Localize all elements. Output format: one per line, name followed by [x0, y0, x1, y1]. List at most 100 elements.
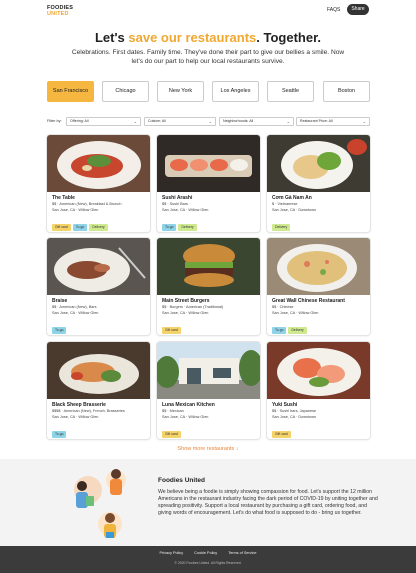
tag-list: Gift card — [272, 422, 293, 438]
restaurant-name: Luna Mexican Kitchen — [162, 402, 215, 408]
header: FOODIES UNITED FAQS Share — [0, 0, 416, 24]
chevron-down-icon: ⌄ — [362, 119, 366, 124]
about-text: We believe being a foodie is simply show… — [158, 489, 378, 517]
faqs-link[interactable]: FAQS — [327, 7, 340, 13]
offering-select-value: All — [84, 119, 89, 123]
page: FOODIES UNITED FAQS Share Let's save our… — [0, 0, 416, 573]
filter-label: Filter by: — [47, 119, 62, 123]
tag-list: To-go — [52, 318, 68, 334]
chevron-down-icon: ⌄ — [208, 119, 212, 124]
food-photo — [157, 135, 260, 192]
gift-card-tag: Gift card — [272, 431, 291, 438]
restaurant-card[interactable]: Braise $$ · American (New), Bars San Jos… — [47, 238, 150, 335]
restaurant-card[interactable]: Main Street Burgers $$ · Burgers · Ameri… — [157, 238, 260, 335]
cuisine-select-label: Cuisine: — [148, 119, 161, 123]
food-photo — [267, 238, 370, 295]
share-button[interactable]: Share — [347, 4, 369, 15]
filter-bar: Filter by: Offering: All ⌄ Cuisine: All ⌄ … — [47, 117, 370, 126]
restaurant-card[interactable]: Luna Mexican Kitchen $$ · Mexican San Jo… — [157, 342, 260, 439]
restaurant-location: San Jose, CA · Willow Glen — [162, 311, 209, 315]
restaurant-location: San Jose, CA · Downtown — [272, 208, 317, 212]
price-select[interactable]: Restaurant Price: All ⌄ — [296, 117, 370, 126]
privacy-policy-link[interactable]: Privacy Policy — [159, 551, 183, 555]
cookie-policy-link[interactable]: Cookie Policy — [194, 551, 217, 555]
tag-list: Gift card — [162, 318, 183, 334]
community-illustration — [74, 469, 126, 538]
food-photo — [267, 135, 370, 192]
food-photo — [47, 238, 150, 295]
restaurant-location: San Jose, CA · Willow Glen — [162, 208, 209, 212]
headline-post: . Together. — [256, 30, 322, 45]
city-tab-new-york[interactable]: New York — [157, 81, 204, 102]
restaurant-card[interactable]: The Table $$ · American (New), Breakfast… — [47, 135, 150, 232]
restaurant-location: San Jose, CA · Willow Glen — [52, 415, 99, 419]
offering-select-label: Offering: — [70, 119, 84, 123]
to-go-tag: To-go — [52, 431, 67, 438]
restaurant-name: Braise — [52, 298, 68, 304]
delivery-tag: Delivery — [272, 224, 291, 231]
brand-logo[interactable]: FOODIES UNITED — [47, 5, 73, 17]
delivery-tag: Delivery — [89, 224, 108, 231]
restaurant-category: $$ · Burgers · American (Traditional) — [162, 305, 224, 309]
restaurant-location: San Jose, CA · Willow Glen — [272, 311, 319, 315]
page-title: Let's save our restaurants. Together. — [0, 30, 416, 45]
tag-list: Delivery — [272, 215, 292, 231]
show-more-link[interactable]: Show more restaurants ↓ — [0, 446, 416, 452]
restaurant-category: $$ · Mexican — [162, 409, 184, 413]
terms-of-service-link[interactable]: Terms of Service — [228, 551, 256, 555]
delivery-tag: Delivery — [178, 224, 197, 231]
headline-highlight: save our restaurants — [128, 30, 257, 45]
restaurant-name: The Table — [52, 195, 75, 201]
restaurant-category: $$ · Sushi bars, Japanese — [272, 409, 317, 413]
cuisine-select[interactable]: Cuisine: All ⌄ — [144, 117, 216, 126]
city-tab-los-angeles[interactable]: Los Angeles — [212, 81, 259, 102]
food-photo — [47, 342, 150, 399]
to-go-tag: To-go — [162, 224, 177, 231]
restaurant-card[interactable]: Black Sheep Brasserie $$$$ · American (N… — [47, 342, 150, 439]
restaurant-name: Cơm Gà Nam An — [272, 195, 312, 201]
intro-text: Celebrations. First dates. Family time. … — [71, 49, 345, 65]
to-go-tag: To-go — [52, 327, 67, 334]
restaurant-category: $$ · American (New), Breakfast & Brunch — [52, 202, 122, 206]
offering-select[interactable]: Offering: All ⌄ — [66, 117, 141, 126]
food-photo — [157, 238, 260, 295]
restaurant-card[interactable]: Sushi Arashi $$ · Sushi Bars San Jose, C… — [157, 135, 260, 232]
about-title: Foodies United — [158, 477, 205, 484]
neighborhoods-select-label: Neighborhoods: — [223, 119, 249, 123]
restaurant-location: San Jose, CA · Willow Glen — [52, 208, 99, 212]
city-tab-san-francisco[interactable]: San Francisco — [47, 81, 94, 102]
footer-links: Privacy Policy Cookie Policy Terms of Se… — [0, 551, 416, 555]
tag-list: Gift card To-go Delivery — [52, 215, 110, 231]
city-tabs: San Francisco Chicago New York Los Angel… — [47, 81, 370, 102]
gift-card-tag: Gift card — [52, 224, 71, 231]
gift-card-tag: Gift card — [162, 327, 181, 334]
restaurant-name: Yuki Sushi — [272, 402, 298, 408]
restaurant-category: $$ · Sushi Bars — [162, 202, 188, 206]
city-tab-seattle[interactable]: Seattle — [267, 81, 314, 102]
city-tab-boston[interactable]: Boston — [323, 81, 370, 102]
copyright: © 2020 Foodies United. All Rights Reserv… — [174, 561, 242, 565]
restaurant-category: $$ · American (New), Bars — [52, 305, 97, 309]
neighborhoods-select[interactable]: Neighborhoods: All ⌄ — [219, 117, 294, 126]
delivery-tag: Delivery — [288, 327, 307, 334]
restaurant-category: $$$$ · American (New), French, Brasserie… — [52, 409, 125, 413]
food-photo — [267, 342, 370, 399]
restaurant-card[interactable]: Yuki Sushi $$ · Sushi bars, Japanese San… — [267, 342, 370, 439]
gift-card-tag: Gift card — [162, 431, 181, 438]
restaurant-photo — [157, 342, 260, 399]
restaurant-location: San Jose, CA · Willow Glen — [52, 311, 99, 315]
restaurant-name: Main Street Burgers — [162, 298, 210, 304]
tag-list: To-go Delivery — [272, 318, 309, 334]
cuisine-select-value: All — [161, 119, 166, 123]
restaurant-card[interactable]: Great Wall Chinese Restaurant $$ · Chine… — [267, 238, 370, 335]
restaurant-location: San Jose, CA · Willow Glen — [162, 415, 209, 419]
tag-list: Gift card — [162, 422, 183, 438]
restaurant-name: Black Sheep Brasserie — [52, 402, 106, 408]
restaurant-card[interactable]: Cơm Gà Nam An $ · Vietnamese San Jose, C… — [267, 135, 370, 232]
restaurant-name: Great Wall Chinese Restaurant — [272, 298, 345, 304]
tag-list: To-go — [52, 422, 68, 438]
price-select-label: Restaurant Price: — [300, 119, 328, 123]
to-go-tag: To-go — [72, 224, 88, 231]
restaurant-category: $$ · Chinese — [272, 305, 294, 309]
city-tab-chicago[interactable]: Chicago — [102, 81, 149, 102]
